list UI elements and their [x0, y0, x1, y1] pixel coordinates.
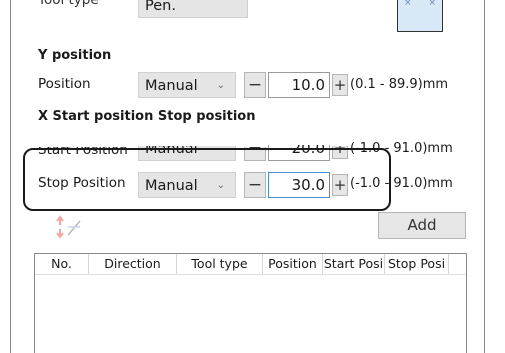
column-header-direction[interactable]: Direction — [89, 254, 177, 274]
x-position-heading: X Start position Stop position — [38, 109, 256, 124]
panel-border-left — [10, 0, 11, 353]
panel-border-right — [484, 0, 485, 353]
add-button[interactable]: Add — [378, 212, 466, 239]
highlight-frame — [23, 148, 391, 211]
chevron-down-icon: ⌄ — [216, 80, 225, 91]
y-position-heading: Y position — [38, 48, 112, 63]
tool-type-combo[interactable]: Pen. — [138, 0, 248, 18]
column-header-tool-type[interactable]: Tool type — [177, 254, 263, 274]
table-header-divider — [35, 274, 466, 275]
y-position-label: Position — [38, 76, 91, 92]
y-position-range: (0.1 - 89.9)mm — [350, 77, 449, 92]
tool-type-label: Tool type — [38, 0, 99, 8]
y-position-mode-select[interactable]: Manual ⌄ — [138, 72, 236, 98]
tool-type-value: Pen. — [145, 0, 176, 14]
tool-preview-image: × × — [397, 0, 443, 32]
y-position-minus-button[interactable]: − — [244, 72, 266, 98]
column-header-start-position[interactable]: Start Posi — [323, 254, 385, 274]
column-header-no[interactable]: No. — [35, 254, 89, 274]
column-header-stop-position[interactable]: Stop Posi — [385, 254, 449, 274]
y-position-plus-button[interactable]: + — [332, 74, 348, 96]
swap-direction-icon[interactable] — [52, 213, 86, 241]
y-position-value-input[interactable]: 10.0 — [268, 72, 330, 98]
column-header-position[interactable]: Position — [263, 254, 323, 274]
y-position-mode-value: Manual — [145, 78, 198, 94]
